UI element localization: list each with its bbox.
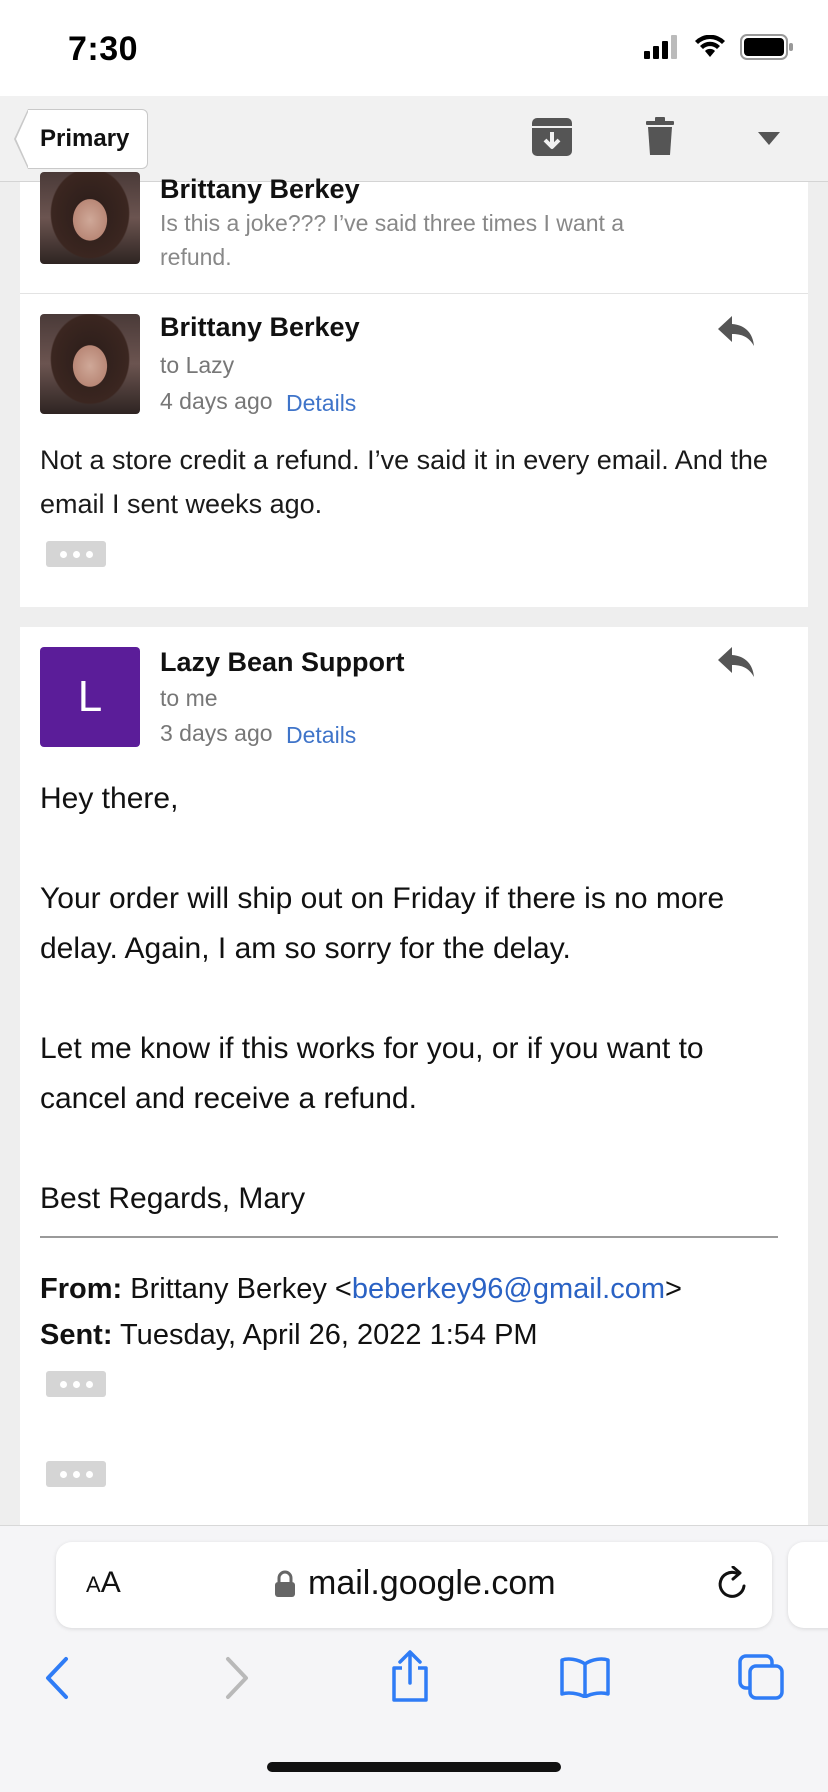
recipient-line: to Lazy [160, 352, 235, 378]
back-to-primary-button[interactable]: Primary [14, 109, 149, 169]
email-card-lazy-bean-support: L Lazy Bean Support to me 3 days ago Det… [20, 627, 808, 1527]
status-bar: 7:30 [0, 0, 828, 96]
message-toolbar: Primary [0, 96, 828, 182]
message-paragraph: Let me know if this works for you, or if… [40, 1032, 704, 1115]
quoted-sent-line: Sent: Tuesday, April 26, 2022 1:54 PM [40, 1319, 538, 1352]
trash-icon[interactable] [644, 116, 676, 156]
dropdown-caret-icon[interactable] [758, 132, 780, 146]
sender-name: Lazy Bean Support [160, 647, 405, 677]
browser-toolbar: AA mail.google.com [0, 1525, 828, 1792]
reply-icon[interactable] [718, 647, 756, 679]
quoted-from-name: Brittany Berkey < [130, 1273, 352, 1305]
recipient-line: to me [160, 685, 218, 711]
back-button-label: Primary [28, 109, 149, 169]
message-greeting: Hey there, [40, 782, 179, 815]
sender-avatar-photo [40, 314, 140, 414]
url-text: mail.google.com [308, 1564, 556, 1602]
status-icons [644, 34, 794, 60]
show-trimmed-content-button[interactable] [46, 1371, 106, 1397]
wifi-icon [695, 35, 725, 57]
text-size-button[interactable]: AA [86, 1566, 121, 1600]
sender-avatar-photo [40, 172, 140, 264]
sender-name: Brittany Berkey [160, 312, 360, 342]
quoted-sent-label: Sent: [40, 1319, 113, 1351]
share-icon[interactable] [390, 1650, 430, 1702]
reload-icon[interactable] [716, 1566, 750, 1602]
bookmarks-icon[interactable] [560, 1656, 610, 1698]
show-quoted-text-button[interactable] [46, 1461, 106, 1487]
reply-icon[interactable] [718, 316, 756, 348]
quoted-from-label: From: [40, 1273, 123, 1305]
forward-icon[interactable] [224, 1656, 250, 1700]
cellular-signal-icon [644, 35, 677, 59]
status-time: 7:30 [68, 30, 139, 68]
message-paragraph: Your order will ship out on Friday if th… [40, 882, 725, 965]
message-signoff: Best Regards, Mary [40, 1182, 306, 1215]
show-trimmed-content-button[interactable] [46, 541, 106, 567]
collapsed-snippet[interactable]: Is this a joke??? I’ve said three times … [160, 206, 680, 274]
tabs-icon[interactable] [738, 1654, 784, 1700]
quoted-from-line: From: Brittany Berkey <beberkey96@gmail.… [40, 1273, 682, 1306]
battery-icon [740, 34, 793, 60]
message-divider [20, 293, 808, 294]
back-arrow-shape [14, 109, 29, 169]
details-link[interactable]: Details [286, 390, 356, 417]
home-indicator[interactable] [267, 1762, 561, 1772]
address-bar[interactable]: AA mail.google.com [56, 1542, 772, 1628]
back-icon[interactable] [44, 1656, 70, 1700]
quoted-from-email-link[interactable]: beberkey96@gmail.com [352, 1273, 665, 1305]
next-tab-address-bar-peek[interactable] [788, 1542, 828, 1628]
quoted-from-close: > [665, 1273, 682, 1305]
sender-avatar-letter: L [40, 647, 140, 747]
quoted-message-rule [40, 1236, 778, 1238]
details-link[interactable]: Details [286, 722, 356, 749]
message-body: Not a store credit a refund. I’ve said i… [40, 445, 768, 519]
archive-icon[interactable] [532, 116, 572, 158]
lock-icon [275, 1570, 295, 1597]
message-time: 4 days ago [160, 388, 273, 414]
email-card-brittany: Brittany Berkey Is this a joke??? I’ve s… [20, 172, 808, 607]
quoted-sent-value: Tuesday, April 26, 2022 1:54 PM [120, 1319, 538, 1351]
screen: 7:30 Primary Brittany Berkey Is this a j… [0, 0, 828, 1792]
collapsed-sender-name: Brittany Berkey [160, 174, 360, 204]
message-time: 3 days ago [160, 720, 273, 746]
